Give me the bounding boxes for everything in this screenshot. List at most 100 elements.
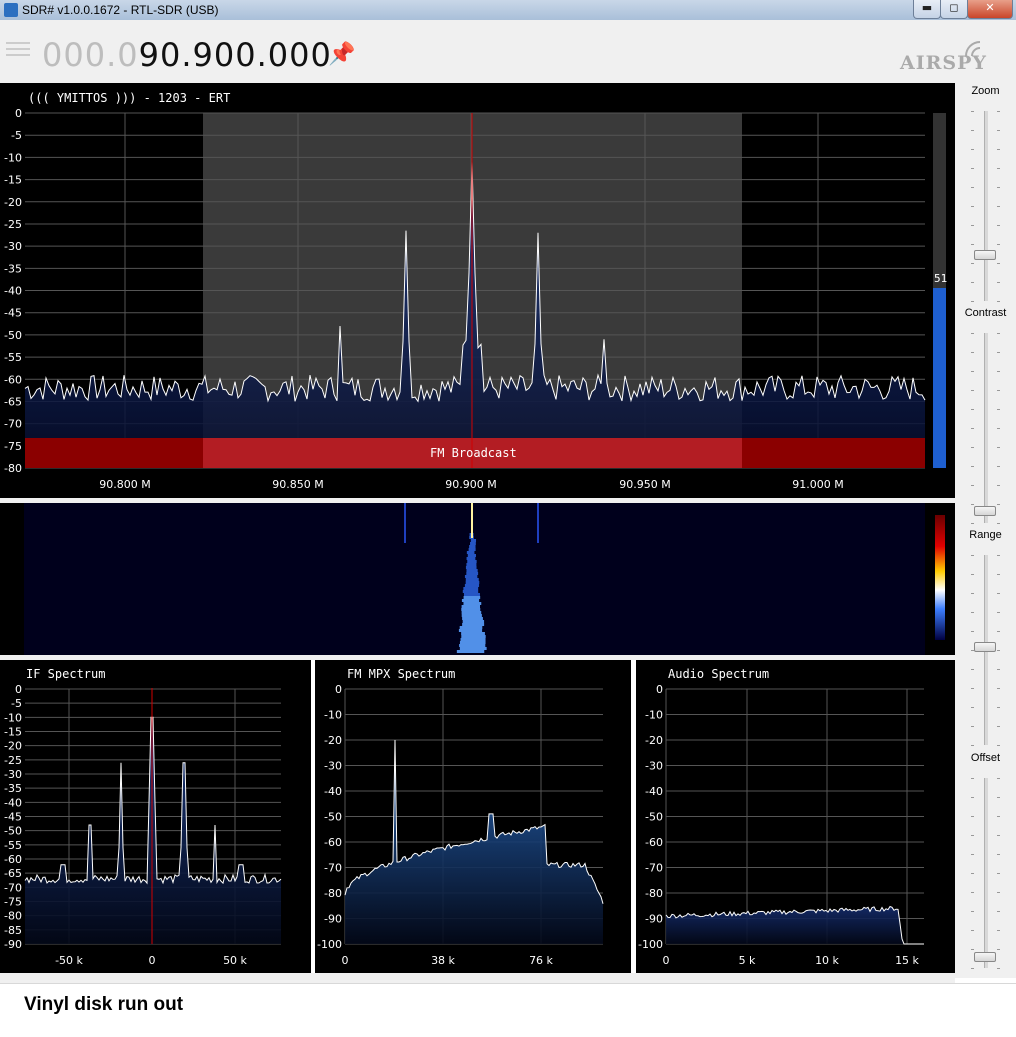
slider-tick	[997, 301, 1000, 302]
y-tick-label: -60	[645, 836, 663, 849]
y-tick-label: -55	[4, 839, 22, 852]
slider-tick	[971, 504, 974, 505]
y-tick-label: -40	[4, 285, 22, 298]
y-tick-label: -55	[4, 351, 22, 364]
y-tick-label: -45	[4, 811, 22, 824]
waterfall-band	[461, 599, 480, 602]
spectrum-fill	[666, 906, 924, 944]
slider-tick	[997, 593, 1000, 594]
y-tick-label: -75	[4, 896, 22, 909]
audio-spectrum-panel[interactable]: 0 -10 -20 -30 -40 -50 -60 -70 -80 -90 -100 0 5 k 10 k…	[636, 660, 955, 973]
y-tick-label: -40	[4, 796, 22, 809]
range-label: Range	[969, 529, 1002, 541]
slider-tick	[997, 352, 1000, 353]
audio-spectrum-plot[interactable]: 0-10-20-30-40-50-60-70-80-90-1000 5 k 10 k…	[636, 660, 955, 973]
waterfall-band	[461, 608, 481, 611]
slider-tick	[997, 669, 1000, 670]
slider-tick	[997, 650, 1000, 651]
window-title: SDR# v1.0.0.1672 - RTL-SDR (USB)	[22, 3, 219, 17]
display-controls: Zoom Contrast Range Offset	[955, 83, 1016, 978]
slider-tick	[971, 371, 974, 372]
minimize-button[interactable]: ▬	[913, 0, 941, 19]
x-tick-label: 90.900 M	[445, 478, 496, 491]
mpx-spectrum-panel[interactable]: 0 -10 -20 -30 -40 -50 -60 -70 -80 -90 -100 0 38 k 76 …	[315, 660, 631, 973]
slider-tick	[997, 111, 1000, 112]
close-button[interactable]: ✕	[967, 0, 1013, 19]
slider-tick	[971, 428, 974, 429]
spectrum-plot[interactable]: 0 -5 -10 -15 -20 -25 -30 -35 -40 -45 -50 -55 -60 -65 -…	[0, 83, 955, 498]
y-tick-label: -10	[324, 709, 342, 722]
slider-tick	[971, 688, 974, 689]
menu-grip-icon[interactable]	[6, 48, 30, 50]
offset-slider-thumb[interactable]	[974, 952, 996, 962]
divider	[0, 983, 1016, 984]
menu-grip-icon[interactable]	[6, 42, 30, 44]
slider-tick	[971, 168, 974, 169]
frequency-leading-digits[interactable]: 000.0	[42, 36, 139, 74]
offset-slider-track[interactable]	[984, 778, 988, 968]
if-spectrum-title: IF Spectrum	[26, 667, 106, 681]
waterfall-band	[469, 545, 476, 548]
slider-tick	[971, 555, 974, 556]
slider-tick	[971, 911, 974, 912]
band-label: FM Broadcast	[430, 446, 517, 460]
slider-tick	[971, 574, 974, 575]
waterfall-band	[464, 575, 478, 578]
slider-tick	[971, 447, 974, 448]
y-tick-label: -90	[324, 913, 342, 926]
contrast-slider-thumb[interactable]	[974, 506, 996, 516]
waterfall-band	[467, 560, 477, 563]
mpx-spectrum-plot[interactable]: 0-10-20-30-40-50-60-70-80-90-1000 38 k 76 …	[315, 660, 631, 973]
zoom-slider-track[interactable]	[984, 111, 988, 301]
x-tick-label: 15 k	[895, 954, 919, 967]
y-tick-label: -80	[324, 887, 342, 900]
contrast-slider-track[interactable]	[984, 333, 988, 523]
pin-icon[interactable]: 📌	[328, 42, 355, 67]
slider-tick	[971, 333, 974, 334]
waterfall-panel[interactable]	[0, 503, 955, 655]
if-spectrum-plot[interactable]: 0-5-10-15-20-25-30-35-40-45-50-55-60-65-…	[0, 660, 311, 973]
y-tick-label: -5	[11, 697, 22, 710]
y-tick-label: -30	[4, 768, 22, 781]
snr-meter-bar	[933, 288, 946, 468]
if-spectrum-panel[interactable]: 0 -5 -10 -15 -20 -25 -30 -35 -40 -45 -50 -55 -60 -65-…	[0, 660, 311, 973]
x-tick-label: 5 k	[739, 954, 756, 967]
offset-label: Offset	[970, 752, 1001, 764]
y-tick-label: -80	[645, 887, 663, 900]
y-tick-label: -20	[4, 196, 22, 209]
y-tick-label: -30	[645, 760, 663, 773]
x-tick-label: 90.800 M	[99, 478, 150, 491]
waterfall-plot[interactable]	[0, 503, 955, 655]
slider-tick	[997, 466, 1000, 467]
y-tick-label: -60	[4, 373, 22, 386]
slider-tick	[971, 835, 974, 836]
slider-tick	[971, 949, 974, 950]
logo-waves-icon	[965, 41, 981, 57]
x-tick-label: -50 k	[55, 954, 83, 967]
waterfall-palette	[935, 515, 945, 640]
slider-tick	[971, 797, 974, 798]
waterfall-band	[466, 563, 477, 566]
frequency-display[interactable]: 000.090.900.000	[42, 36, 332, 74]
slider-tick	[997, 206, 1000, 207]
y-tick-label: -70	[645, 862, 663, 875]
spectrum-panel[interactable]: 0 -5 -10 -15 -20 -25 -30 -35 -40 -45 -50 -55 -60 -65 -…	[0, 83, 955, 498]
range-slider-thumb[interactable]	[974, 642, 996, 652]
slider-tick	[997, 778, 1000, 779]
slider-tick	[997, 485, 1000, 486]
slider-tick	[997, 612, 1000, 613]
waterfall-band	[468, 548, 476, 551]
frequency-digits[interactable]: 90.900.000	[139, 36, 332, 74]
slider-tick	[971, 130, 974, 131]
slider-tick	[971, 187, 974, 188]
zoom-slider-thumb[interactable]	[974, 250, 996, 260]
slider-tick	[971, 726, 974, 727]
slider-tick	[971, 485, 974, 486]
maximize-button[interactable]: ◻	[940, 0, 968, 19]
slider-tick	[997, 149, 1000, 150]
x-tick-label: 91.000 M	[792, 478, 843, 491]
slider-tick	[997, 930, 1000, 931]
menu-grip-icon[interactable]	[6, 54, 30, 56]
slider-tick	[997, 504, 1000, 505]
slider-tick	[971, 301, 974, 302]
